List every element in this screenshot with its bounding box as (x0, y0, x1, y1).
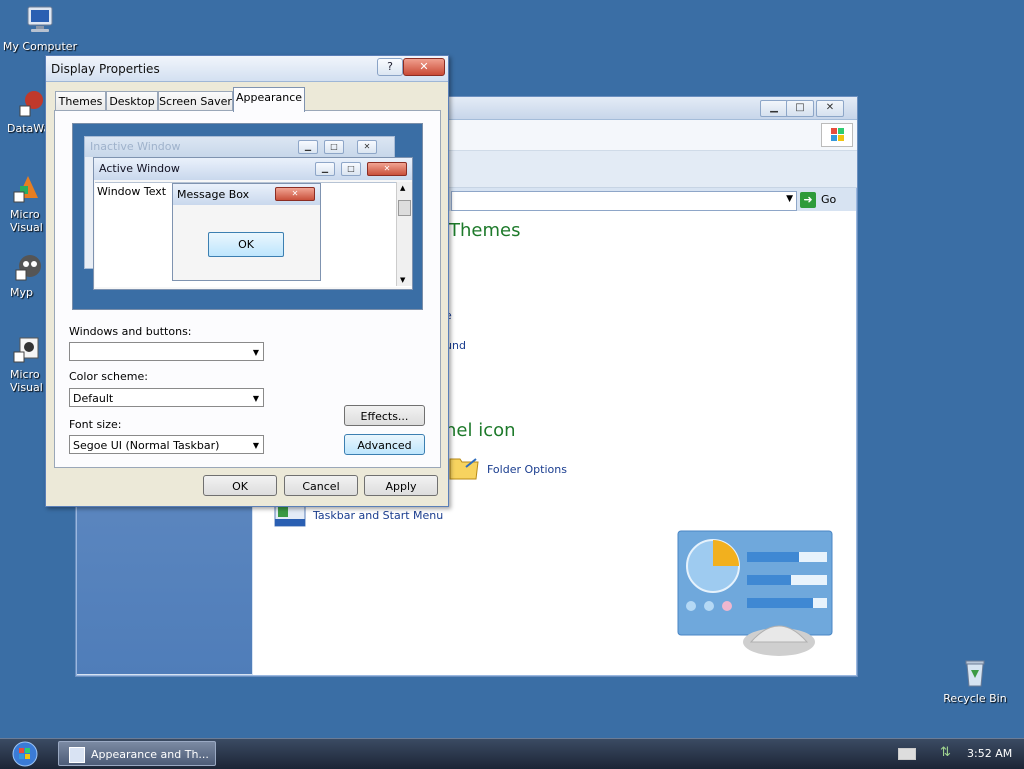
preview-scrollbar: ▲ ▼ (396, 182, 412, 286)
advanced-button[interactable]: Advanced (344, 434, 425, 455)
color-scheme-value: Default (73, 392, 114, 405)
raccoon-icon (15, 255, 41, 281)
heading-control-panel-icon: nel icon (445, 420, 516, 441)
chevron-down-icon: ▼ (252, 394, 259, 403)
go-label: Go (821, 193, 837, 206)
scroll-thumb (398, 200, 411, 216)
preview-close-icon: ✕ (367, 162, 407, 176)
desktop-icon-my-computer[interactable]: My Computer (0, 4, 80, 53)
preview-minimize-icon: ▁ (315, 162, 335, 176)
heading-pick-task: Themes (449, 220, 521, 241)
visual-studio-icon (13, 337, 39, 363)
preview-active-title: Active Window (94, 158, 412, 180)
appearance-preview: Inactive Window ▁ □ ✕ Active Window ▁ □ … (72, 123, 423, 310)
visual-studio-icon (13, 176, 38, 203)
tab-screen-saver[interactable]: Screen Saver (158, 91, 233, 111)
address-input[interactable]: ▼ (451, 191, 797, 211)
ok-button[interactable]: OK (203, 475, 277, 496)
arrow-right-icon: ➜ (800, 192, 816, 208)
keyboard-icon[interactable] (898, 748, 916, 760)
chevron-down-icon[interactable]: ▼ (786, 194, 793, 204)
preview-msgbox-ok-button: OK (208, 232, 284, 257)
preview-minimize-icon: ▁ (298, 140, 318, 154)
recycle-bin-icon (965, 660, 985, 687)
appearance-panel: Inactive Window ▁ □ ✕ Active Window ▁ □ … (54, 110, 441, 468)
font-size-select[interactable]: Segoe UI (Normal Taskbar) ▼ (69, 435, 264, 454)
font-size-label: Font size: (69, 418, 122, 431)
go-button[interactable]: ➜ Go (800, 191, 850, 209)
preview-inactive-title: Inactive Window (85, 137, 394, 157)
preview-maximize-icon: □ (324, 140, 344, 154)
preview-msgbox-close-icon: ✕ (275, 187, 315, 201)
control-panel-illustration-icon (677, 530, 833, 656)
taskbar: Appearance and Th... ⇅ 3:52 AM (0, 738, 1024, 769)
start-button[interactable] (7, 740, 43, 768)
effects-button[interactable]: Effects... (344, 405, 425, 426)
tab-desktop[interactable]: Desktop (106, 91, 158, 111)
tab-themes[interactable]: Themes (55, 91, 106, 111)
help-button[interactable]: ? (377, 58, 403, 76)
desktop-icon-label: My Computer (2, 40, 78, 53)
windows-buttons-label: Windows and buttons: (69, 325, 192, 338)
computer-icon (27, 6, 53, 32)
window-icon (69, 747, 85, 763)
dialog-title: Display Properties (51, 62, 160, 76)
chevron-down-icon: ▼ (252, 441, 259, 450)
folder-icon (449, 458, 479, 480)
scroll-up-icon: ▲ (400, 184, 406, 192)
windows-buttons-select[interactable]: ▼ (69, 342, 264, 361)
folder-options-link[interactable]: Folder Options (487, 463, 567, 476)
font-size-value: Segoe UI (Normal Taskbar) (73, 439, 220, 452)
taskbar-button-label: Appearance and Th... (91, 748, 209, 761)
clock[interactable]: 3:52 AM (967, 747, 1012, 760)
close-button[interactable]: ✕ (816, 100, 844, 117)
chevron-down-icon: ▼ (252, 348, 259, 357)
dialog-close-button[interactable]: ✕ (403, 58, 445, 76)
preview-close-icon: ✕ (357, 140, 377, 154)
color-scheme-label: Color scheme: (69, 370, 148, 383)
taskbar-start-menu-link[interactable]: Taskbar and Start Menu (313, 509, 443, 522)
network-icon[interactable]: ⇅ (940, 745, 951, 760)
taskbar-button-appearance-themes[interactable]: Appearance and Th... (58, 741, 216, 766)
preview-message-box: Message Box ✕ OK (172, 183, 321, 281)
tab-appearance[interactable]: Appearance (233, 87, 305, 112)
preview-maximize-icon: □ (341, 162, 361, 176)
minimize-button[interactable]: ▁ (760, 100, 788, 117)
desktop-icon-recycle-bin[interactable]: Recycle Bin (935, 656, 1015, 705)
cancel-button[interactable]: Cancel (284, 475, 358, 496)
maximize-button[interactable]: □ (786, 100, 814, 117)
scroll-down-icon: ▼ (400, 276, 406, 284)
display-properties-dialog: Display Properties ? ✕ Themes Desktop Sc… (45, 55, 449, 507)
desktop-icon-label: Recycle Bin (943, 692, 1007, 705)
color-scheme-select[interactable]: Default ▼ (69, 388, 264, 407)
apply-button[interactable]: Apply (364, 475, 438, 496)
preview-window-text: Window Text (97, 185, 167, 198)
windows-logo-icon (821, 123, 853, 147)
